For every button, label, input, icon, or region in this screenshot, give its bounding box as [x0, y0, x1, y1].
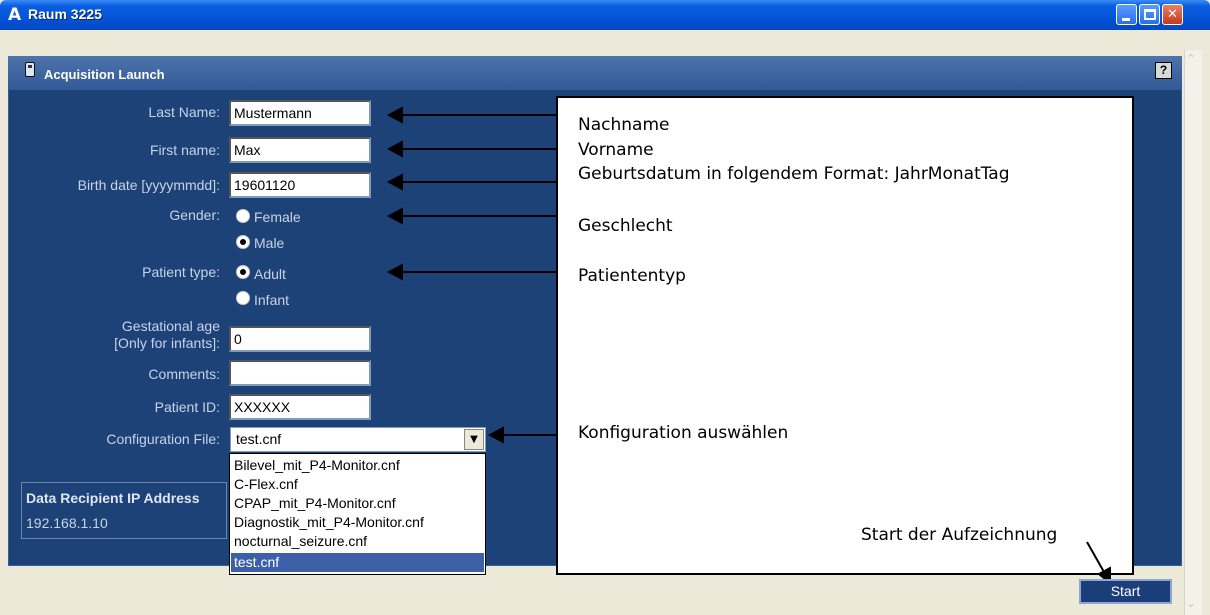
arrow-head-geburtsdatum: [386, 173, 403, 191]
arrow-line-start: [1086, 541, 1105, 573]
arrow-head-nachname: [386, 106, 403, 124]
arrow-head-vorname: [386, 140, 403, 158]
arrow-head-patiententyp: [386, 263, 403, 281]
annotation-arrows: [386, 106, 1111, 586]
start-button[interactable]: Start: [1079, 579, 1172, 604]
arrow-head-konfiguration: [487, 426, 504, 444]
arrow-head-geschlecht: [386, 207, 403, 225]
